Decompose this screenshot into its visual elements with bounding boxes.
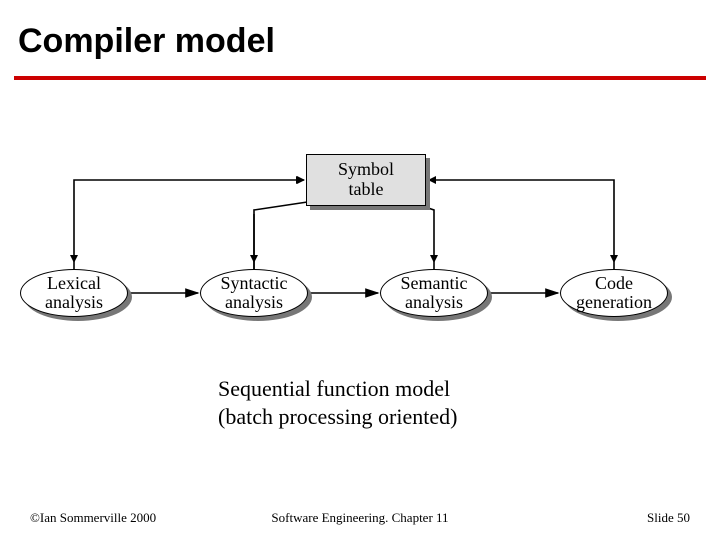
diagram-caption: Sequential function model (batch process… [218,375,457,430]
footer-chapter: Software Engineering. Chapter 11 [0,510,720,526]
footer: ©Ian Sommerville 2000 Software Engineeri… [0,508,720,526]
node-symbol-table: Symbol table [306,154,426,206]
footer-slide-number: Slide 50 [647,510,690,526]
compiler-diagram: Symbol table Lexical analysis Syntactic … [0,110,720,350]
node-semantic-analysis: Semantic analysis [380,269,488,317]
caption-line-1: Sequential function model [218,375,457,403]
node-code-generation: Code generation [560,269,668,317]
title-rule [14,76,706,80]
caption-line-2: (batch processing oriented) [218,403,457,431]
node-lexical-analysis: Lexical analysis [20,269,128,317]
page-title: Compiler model [18,22,275,61]
node-syntactic-analysis: Syntactic analysis [200,269,308,317]
slide: Compiler model [0,0,720,540]
